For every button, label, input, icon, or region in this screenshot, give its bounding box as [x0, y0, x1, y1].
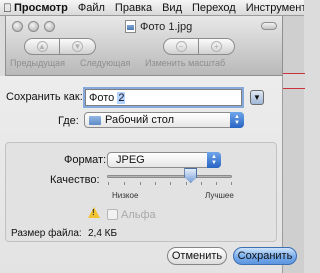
zoom-group: − + — [163, 38, 235, 55]
minimize-window-button[interactable] — [28, 21, 39, 32]
menu-item-view[interactable]: Вид — [157, 2, 187, 14]
slider-tick — [124, 182, 125, 185]
slider-tick — [216, 182, 217, 185]
window-title: Фото 1.jpg — [125, 20, 192, 33]
menu-item-file[interactable]: Файл — [73, 2, 110, 14]
popup-arrows-icon: ▲ ▼ — [207, 152, 221, 168]
title-bar: Фото 1.jpg — [6, 16, 282, 38]
next-button[interactable]: ▼ — [60, 38, 96, 55]
format-popup[interactable]: JPEG ▲ ▼ — [107, 152, 221, 168]
expand-dialog-button[interactable]: ▼ — [250, 90, 264, 105]
next-label: Следующая — [80, 58, 131, 68]
minus-icon: − — [175, 41, 187, 52]
slider-tick — [155, 182, 156, 185]
window-controls — [12, 21, 55, 32]
file-size-value: 2,4 КБ — [88, 228, 118, 239]
save-as-label: Сохранить как: — [6, 91, 83, 103]
warning-icon — [88, 207, 100, 218]
disclosure-down-icon: ▼ — [253, 93, 261, 102]
close-window-button[interactable] — [12, 21, 23, 32]
slider-tick — [170, 182, 171, 185]
window-title-text: Фото 1.jpg — [140, 20, 193, 33]
filename-text: Фото — [89, 92, 118, 104]
zoom-in-button[interactable]: + — [199, 38, 235, 55]
slider-tick — [231, 182, 232, 185]
slider-tick — [201, 182, 202, 185]
format-value: JPEG — [116, 154, 145, 166]
plus-icon: + — [211, 41, 222, 52]
filename-input[interactable]: Фото 2 — [85, 89, 242, 106]
cancel-button[interactable]: Отменить — [167, 247, 227, 265]
slider-tick — [186, 182, 187, 185]
folder-icon — [89, 115, 101, 125]
format-label: Формат: — [64, 154, 107, 166]
zoom-out-button[interactable]: − — [163, 38, 199, 55]
background-window — [282, 16, 305, 273]
slider-tick — [140, 182, 141, 185]
file-size-label: Размер файла: — [11, 228, 82, 239]
popup-arrows-icon: ▲ ▼ — [230, 112, 244, 128]
quality-slider-track[interactable] — [107, 175, 232, 178]
apple-icon[interactable]:  — [3, 1, 12, 15]
slider-tick — [108, 182, 109, 185]
where-label: Где: — [58, 115, 79, 127]
zoom-label: Изменить масштаб — [145, 58, 226, 68]
quality-label: Качество: — [50, 174, 100, 186]
document-icon — [125, 20, 136, 33]
where-value: Рабочий стол — [105, 114, 175, 126]
arrow-up-icon: ▲ — [36, 41, 48, 52]
menu-item-edit[interactable]: Правка — [110, 2, 157, 14]
window-toolbar: Фото 1.jpg ▲ ▼ − + Предыдущая Следующая … — [5, 16, 283, 76]
previous-button[interactable]: ▲ — [24, 38, 60, 55]
where-popup[interactable]: Рабочий стол ▲ ▼ — [84, 112, 244, 128]
previous-label: Предыдущая — [10, 58, 66, 68]
menu-item-app[interactable]: Просмотр — [12, 2, 73, 14]
menu-item-tools[interactable]: Инструменты — [241, 2, 304, 14]
zoom-window-button[interactable] — [44, 21, 55, 32]
menu-item-go[interactable]: Переход — [187, 2, 241, 14]
quality-low-label: Низкое — [112, 191, 139, 200]
filename-selection: 2 — [117, 92, 126, 104]
background-window-detail — [283, 73, 305, 89]
prev-next-group: ▲ ▼ — [24, 38, 96, 55]
quality-high-label: Лучшее — [205, 191, 234, 200]
menu-bar:  Просмотр Файл Правка Вид Переход Инстр… — [0, 0, 304, 16]
alpha-label: Альфа — [121, 209, 156, 221]
toolbar-toggle-button[interactable] — [261, 22, 277, 30]
alpha-checkbox[interactable] — [107, 209, 118, 220]
save-button[interactable]: Сохранить — [233, 247, 297, 265]
arrow-down-icon: ▼ — [72, 41, 83, 52]
